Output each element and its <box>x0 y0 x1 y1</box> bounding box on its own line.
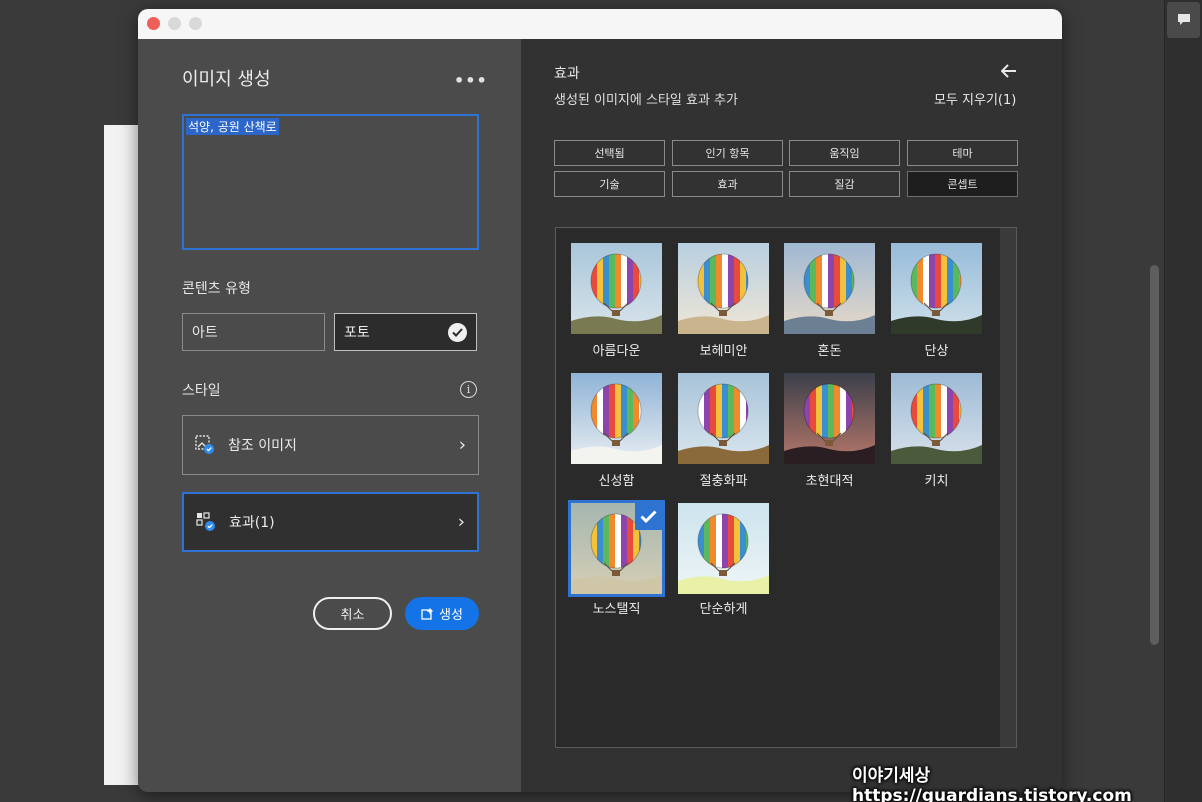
right-toolbar <box>1164 0 1202 802</box>
effect-label: 단순하게 <box>699 602 748 617</box>
effect-label: 절충화파 <box>699 474 748 489</box>
canvas-scrollbar[interactable] <box>1150 265 1159 645</box>
tag-theme[interactable]: 테마 <box>907 140 1018 166</box>
dialog-title: 이미지 생성 <box>182 69 271 90</box>
generate-settings-panel: 이미지 생성 ••• 석양, 공원 산책로 콘텐츠 유형 아트 포토 스타일 i <box>138 39 521 792</box>
watermark: 이야기세상 https://guardians.tistory.com <box>852 766 1132 802</box>
effect-thumb-bohemian[interactable] <box>678 243 769 334</box>
chevron-right-icon: › <box>457 511 465 533</box>
effect-thumb-kitsch[interactable] <box>891 373 982 464</box>
generate-label: 생성 <box>439 608 463 623</box>
back-arrow-icon[interactable] <box>1000 63 1017 83</box>
content-type-photo-label: 포토 <box>344 325 370 341</box>
content-type-photo-option[interactable]: 포토 <box>334 313 477 351</box>
generate-icon <box>421 607 434 620</box>
effect-label: 보헤미안 <box>699 344 748 359</box>
selected-check-icon <box>635 503 662 530</box>
tag-concept[interactable]: 콘셉트 <box>907 171 1018 197</box>
tag-technique[interactable]: 기술 <box>554 171 665 197</box>
effects-grid-scrollbar[interactable] <box>1000 228 1016 747</box>
tag-selected[interactable]: 선택됨 <box>554 140 665 166</box>
reference-image-button[interactable]: 참조 이미지 › <box>182 415 479 475</box>
effect-label: 키치 <box>924 474 949 489</box>
tag-texture[interactable]: 질감 <box>789 171 900 197</box>
info-icon[interactable]: i <box>460 381 477 398</box>
comment-icon[interactable] <box>1167 2 1200 38</box>
content-type-art-option[interactable]: 아트 <box>182 313 325 351</box>
effect-thumb-divine[interactable] <box>571 373 662 464</box>
effects-label: 효과(1) <box>229 515 275 531</box>
style-label: 스타일 <box>182 383 221 399</box>
reference-image-label: 참조 이미지 <box>228 438 297 454</box>
chevron-right-icon: › <box>458 434 466 456</box>
generate-image-dialog: 이미지 생성 ••• 석양, 공원 산책로 콘텐츠 유형 아트 포토 스타일 i <box>138 9 1062 792</box>
window-titlebar <box>138 9 1062 39</box>
reference-image-icon <box>195 435 215 455</box>
effects-subtitle: 생성된 이미지에 스타일 효과 추가 <box>554 93 738 108</box>
effect-label: 혼돈 <box>817 344 842 359</box>
effects-title: 효과 <box>554 66 580 82</box>
effect-label: 초현대적 <box>805 474 854 489</box>
effect-thumb-fragment[interactable] <box>891 243 982 334</box>
effects-panel: 효과 생성된 이미지에 스타일 효과 추가 모두 지우기(1) 선택됨 인기 항… <box>521 39 1062 792</box>
effect-label: 노스탤직 <box>592 602 641 617</box>
effect-thumb-simple[interactable] <box>678 503 769 594</box>
effects-grid: 아름다운 보헤미안 혼돈 단상 신성함 절충화파 초현대적 키치 노스탤직 단순… <box>555 227 1017 748</box>
effect-thumb-beautiful[interactable] <box>571 243 662 334</box>
more-horizontal-icon[interactable]: ••• <box>454 71 488 90</box>
effect-label: 아름다운 <box>592 344 641 359</box>
effect-thumb-futuristic[interactable] <box>784 373 875 464</box>
tag-effect[interactable]: 효과 <box>672 171 783 197</box>
effect-label: 단상 <box>924 344 949 359</box>
zoom-window-button[interactable] <box>189 17 202 30</box>
close-window-button[interactable] <box>147 17 160 30</box>
prompt-text: 석양, 공원 산책로 <box>186 118 279 135</box>
effects-icon <box>196 512 216 532</box>
cancel-button[interactable]: 취소 <box>313 597 392 630</box>
effects-button[interactable]: 효과(1) › <box>182 492 479 552</box>
content-type-label: 콘텐츠 유형 <box>182 281 251 297</box>
tag-motion[interactable]: 움직임 <box>789 140 900 166</box>
checkmark-circle-icon <box>448 323 467 342</box>
effect-thumb-eclectic[interactable] <box>678 373 769 464</box>
tag-popular[interactable]: 인기 항목 <box>672 140 783 166</box>
effect-thumb-chaos[interactable] <box>784 243 875 334</box>
clear-all-button[interactable]: 모두 지우기(1) <box>934 89 1016 108</box>
minimize-window-button[interactable] <box>168 17 181 30</box>
effect-label: 신성함 <box>598 474 635 489</box>
prompt-input[interactable]: 석양, 공원 산책로 <box>182 114 479 250</box>
effect-thumb-nostalgic[interactable] <box>568 500 665 597</box>
generate-button[interactable]: 생성 <box>405 597 479 630</box>
content-type-art-label: 아트 <box>192 325 218 341</box>
